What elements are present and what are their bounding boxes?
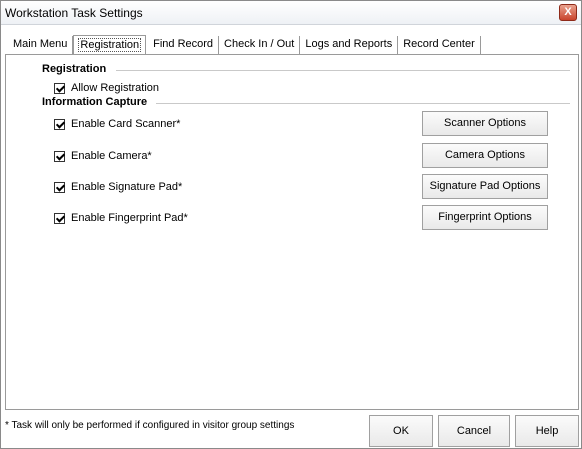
enable-fingerprint-pad-label: Enable Fingerprint Pad* <box>71 212 188 224</box>
camera-options-button[interactable]: Camera Options <box>422 143 548 168</box>
tab-check-in-out[interactable]: Check In / Out <box>219 36 301 54</box>
capture-group-rule <box>156 103 570 104</box>
enable-fingerprint-pad-checkbox[interactable]: Enable Fingerprint Pad* <box>54 211 188 225</box>
checkbox-checked-icon <box>54 212 65 224</box>
enable-camera-checkbox[interactable]: Enable Camera* <box>54 149 152 163</box>
checkbox-checked-icon <box>54 150 65 162</box>
enable-card-scanner-checkbox[interactable]: Enable Card Scanner* <box>54 117 180 131</box>
checkbox-checked-icon <box>54 82 65 94</box>
signature-pad-options-button[interactable]: Signature Pad Options <box>422 174 548 199</box>
enable-card-scanner-label: Enable Card Scanner* <box>71 118 181 130</box>
tab-registration[interactable]: Registration <box>73 35 147 55</box>
close-icon: X <box>564 6 572 18</box>
allow-registration-label: Allow Registration <box>71 82 160 94</box>
enable-camera-label: Enable Camera* <box>71 150 152 162</box>
fingerprint-options-button[interactable]: Fingerprint Options <box>422 205 548 230</box>
allow-registration-checkbox[interactable]: Allow Registration <box>54 81 159 95</box>
enable-signature-pad-label: Enable Signature Pad* <box>71 181 183 193</box>
cancel-button[interactable]: Cancel <box>438 415 510 447</box>
ok-button[interactable]: OK <box>369 415 433 447</box>
help-button[interactable]: Help <box>515 415 579 447</box>
tab-main-menu[interactable]: Main Menu <box>9 36 74 54</box>
tab-strip: Main Menu Registration Find Record Check… <box>9 34 481 55</box>
enable-signature-pad-checkbox[interactable]: Enable Signature Pad* <box>54 180 182 194</box>
footnote-text: * Task will only be performed if configu… <box>5 420 295 431</box>
scanner-options-button[interactable]: Scanner Options <box>422 111 548 136</box>
close-button[interactable]: X <box>559 4 577 21</box>
settings-window: Workstation Task Settings X Main Menu Re… <box>0 0 582 449</box>
title-bar: Workstation Task Settings X <box>1 1 581 25</box>
tab-logs-and-reports[interactable]: Logs and Reports <box>300 36 399 54</box>
tab-find-record[interactable]: Find Record <box>148 36 220 54</box>
registration-group-title: Registration <box>42 63 107 75</box>
registration-panel: Registration Allow Registration Informat… <box>5 55 579 410</box>
checkbox-checked-icon <box>54 181 65 193</box>
registration-group-rule <box>116 70 570 71</box>
capture-group-title: Information Capture <box>42 96 148 108</box>
window-title: Workstation Task Settings <box>5 6 143 20</box>
checkbox-checked-icon <box>54 118 65 130</box>
tab-record-center[interactable]: Record Center <box>398 36 481 54</box>
